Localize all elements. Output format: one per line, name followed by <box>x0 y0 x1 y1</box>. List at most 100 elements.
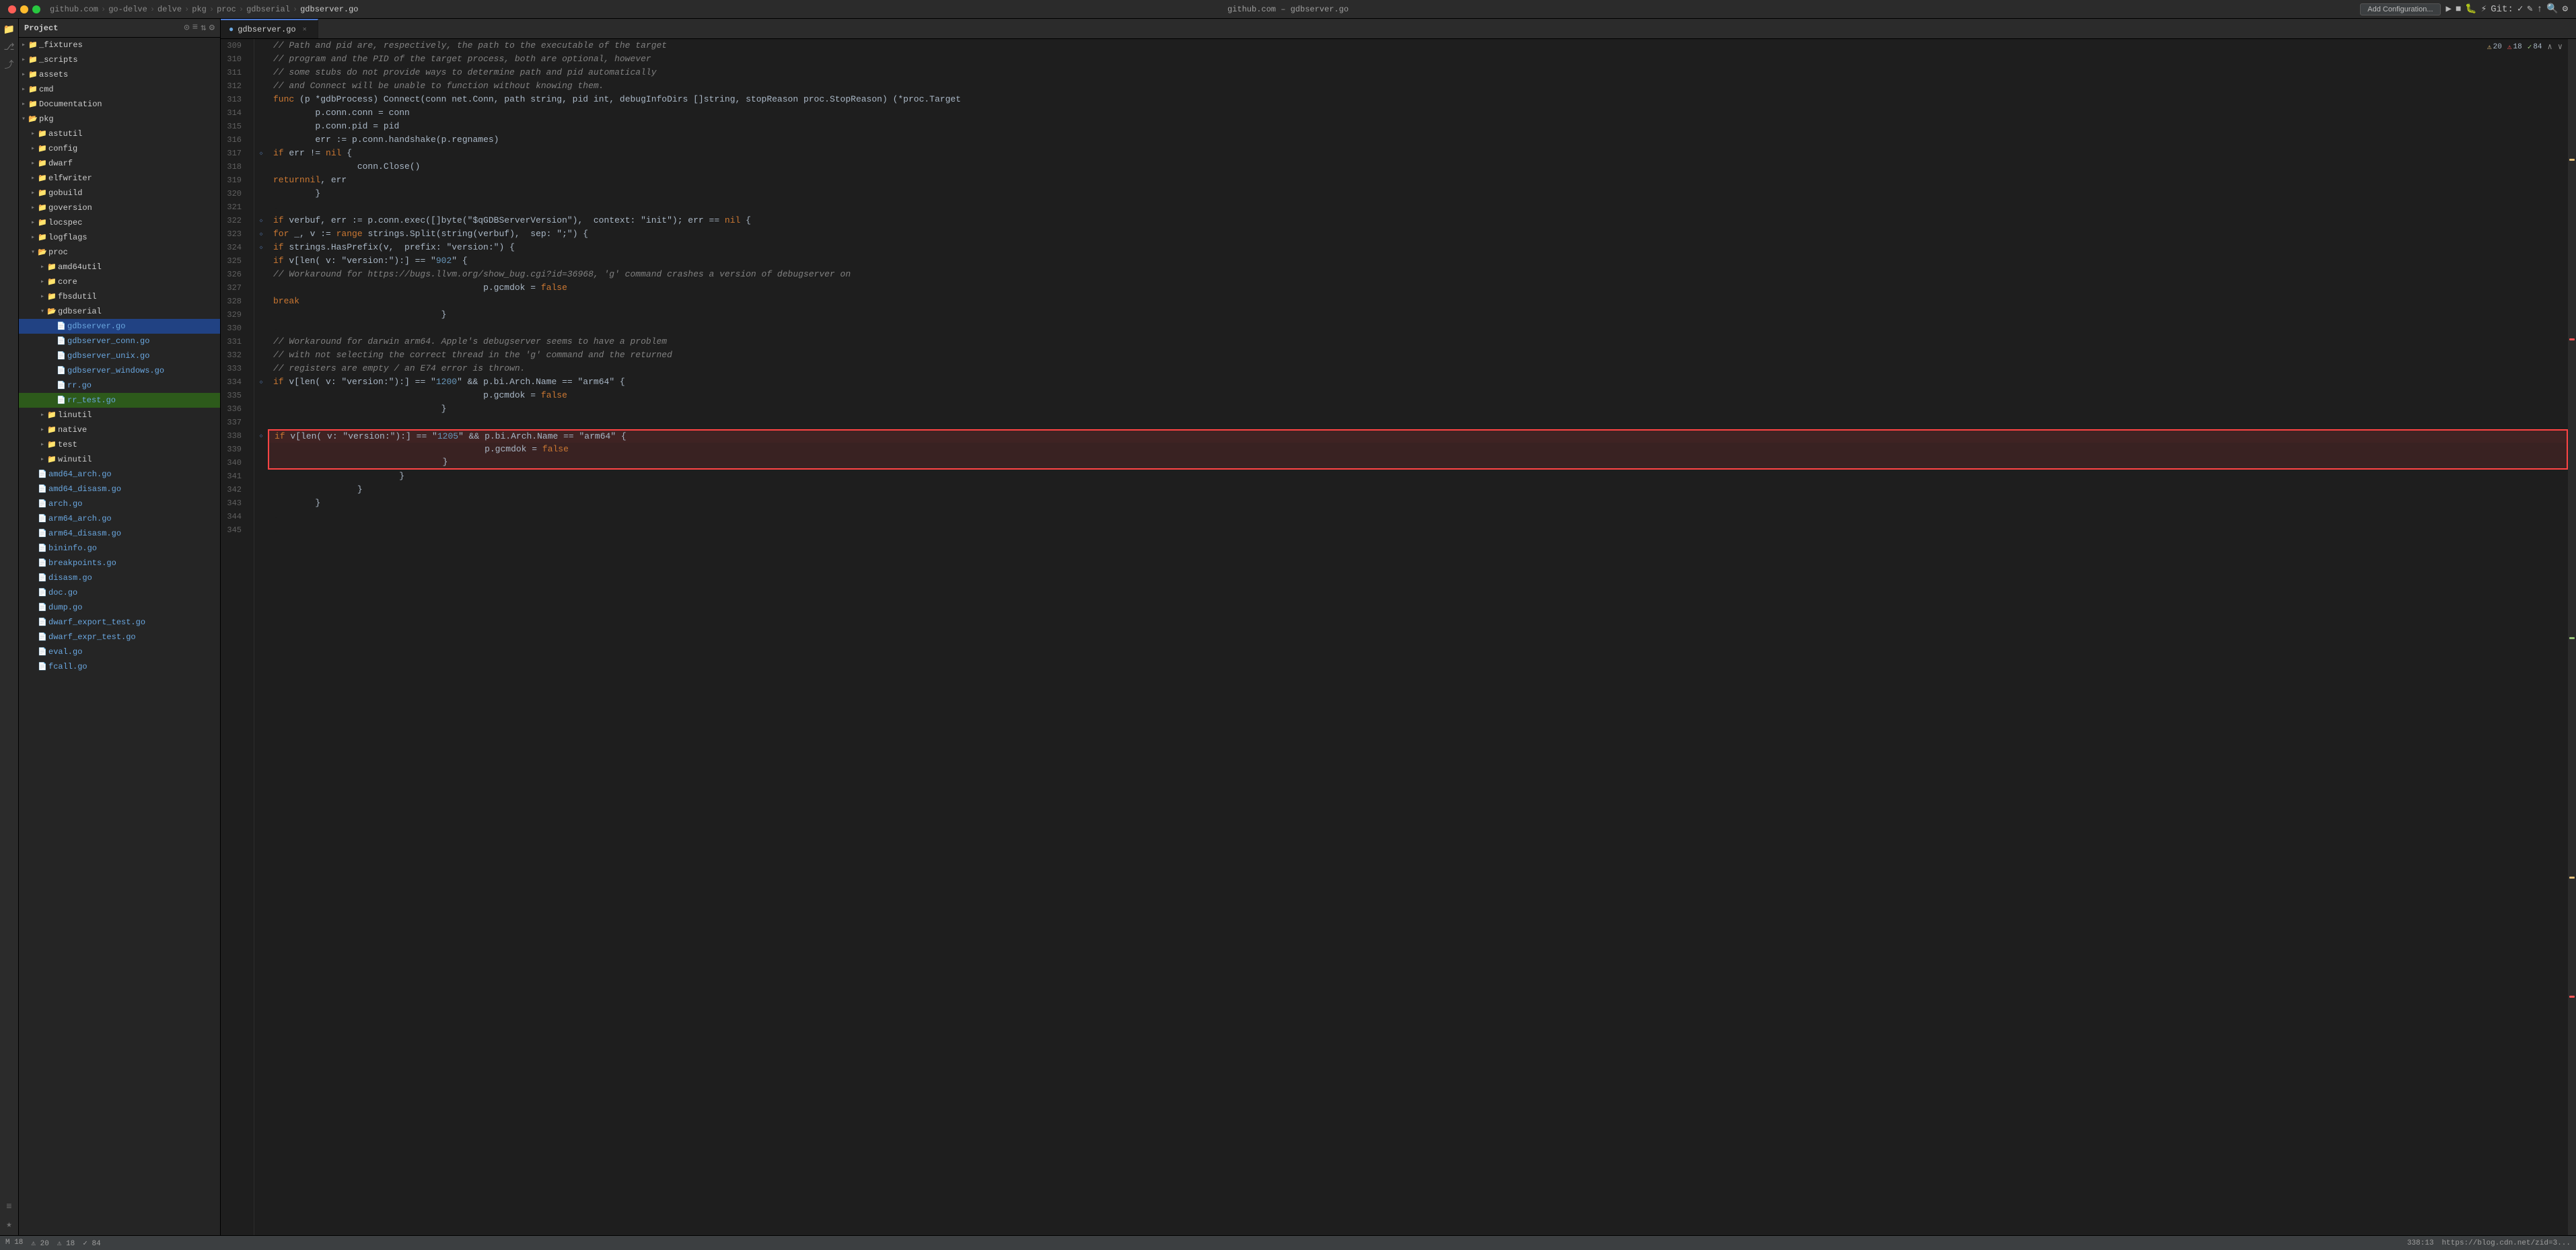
tree-item-breakpoints-go[interactable]: 📄breakpoints.go <box>19 556 220 571</box>
tree-item-gdbserver_unix-go[interactable]: 📄gdbserver_unix.go <box>19 348 220 363</box>
tree-item-assets[interactable]: ▸📁assets <box>19 67 220 82</box>
tree-item-disasm-go[interactable]: 📄disasm.go <box>19 571 220 585</box>
error-status[interactable]: ⚠ 18 <box>57 1239 75 1248</box>
code-line-310[interactable]: // program and the PID of the target pro… <box>268 52 2568 66</box>
tree-item-bininfo-go[interactable]: 📄bininfo.go <box>19 541 220 556</box>
code-line-321[interactable]: . <box>268 200 2568 214</box>
tree-item-gdbserver_windows-go[interactable]: 📄gdbserver_windows.go <box>19 363 220 378</box>
tree-item-dwarf_expr_test-go[interactable]: 📄dwarf_expr_test.go <box>19 630 220 645</box>
code-line-314[interactable]: p.conn.conn = conn <box>268 106 2568 120</box>
tree-item-linutil[interactable]: ▸📁linutil <box>19 408 220 422</box>
tree-item-amd64_disasm-go[interactable]: 📄amd64_disasm.go <box>19 482 220 497</box>
tree-item-core[interactable]: ▸📁core <box>19 274 220 289</box>
tree-item-rr-go[interactable]: 📄rr.go <box>19 378 220 393</box>
warning-status[interactable]: ⚠ 20 <box>31 1239 48 1248</box>
maximize-button[interactable] <box>32 5 40 13</box>
code-line-343[interactable]: } <box>268 497 2568 510</box>
tree-item-arch-go[interactable]: 📄arch.go <box>19 497 220 511</box>
code-line-316[interactable]: err := p.conn.handshake(p.regnames) <box>268 133 2568 147</box>
code-line-324[interactable]: if strings.HasPrefix(v, prefix: "version… <box>268 241 2568 254</box>
sidebar-icon-pull-requests[interactable]: ⤴ <box>1 57 17 73</box>
editor-content[interactable]: ⚠ 20 ⚠ 18 ✓ 84 ∧ ∨ 309310311312313314315… <box>221 39 2576 1235</box>
close-button[interactable] <box>8 5 16 13</box>
coverage-icon[interactable]: ⚡ <box>2481 3 2486 15</box>
code-line-319[interactable]: return nil, err <box>268 174 2568 187</box>
code-line-326[interactable]: // Workaround for https://bugs.llvm.org/… <box>268 268 2568 281</box>
ok-status[interactable]: ✓ 84 <box>83 1239 100 1248</box>
tree-sync-icon[interactable]: ⊙ <box>184 22 189 34</box>
tree-item-gdbserver_conn-go[interactable]: 📄gdbserver_conn.go <box>19 334 220 348</box>
code-line-341[interactable]: } <box>268 470 2568 483</box>
breadcrumb-delve[interactable]: delve <box>157 5 182 14</box>
breadcrumb-gdbserial[interactable]: gdbserial <box>246 5 290 14</box>
tree-item-pkg[interactable]: ▾📂pkg <box>19 112 220 126</box>
code-line-322[interactable]: if verbuf, err := p.conn.exec([]byte("$q… <box>268 214 2568 227</box>
code-line-339[interactable]: p.gcmdok = false <box>268 443 2568 456</box>
tree-item-cmd[interactable]: ▸📁cmd <box>19 82 220 97</box>
git-diff-icon[interactable]: ✎ <box>2527 3 2532 15</box>
code-line-318[interactable]: conn.Close() <box>268 160 2568 174</box>
code-line-317[interactable]: if err != nil { <box>268 147 2568 160</box>
tree-item-amd64util[interactable]: ▸📁amd64util <box>19 260 220 274</box>
code-line-338[interactable]: if v[len( v: "version:"):] == "1205" && … <box>268 429 2568 443</box>
code-line-331[interactable]: // Workaround for darwin arm64. Apple's … <box>268 335 2568 348</box>
tree-item-config[interactable]: ▸📁config <box>19 141 220 156</box>
code-line-335[interactable]: p.gcmdok = false <box>268 389 2568 402</box>
code-line-329[interactable]: } <box>268 308 2568 322</box>
code-line-336[interactable]: } <box>268 402 2568 416</box>
tab-close-button[interactable]: ✕ <box>300 25 310 34</box>
tree-item-arm64_arch-go[interactable]: 📄arm64_arch.go <box>19 511 220 526</box>
code-line-327[interactable]: p.gcmdok = false <box>268 281 2568 295</box>
tree-item-gobuild[interactable]: ▸📁gobuild <box>19 186 220 200</box>
tree-item-locspec[interactable]: ▸📁locspec <box>19 215 220 230</box>
tab-gdbserver[interactable]: ● gdbserver.go ✕ <box>221 19 318 39</box>
sidebar-icon-favorites[interactable]: ★ <box>1 1216 17 1233</box>
sidebar-icon-commit[interactable]: ⎇ <box>1 39 17 55</box>
search-icon[interactable]: 🔍 <box>2546 3 2558 15</box>
stop-icon[interactable]: ■ <box>2456 4 2461 15</box>
sidebar-icon-project[interactable]: 📁 <box>1 22 17 38</box>
code-line-330[interactable]: . <box>268 322 2568 335</box>
tree-item-goversion[interactable]: ▸📁goversion <box>19 200 220 215</box>
tree-item-native[interactable]: ▸📁native <box>19 422 220 437</box>
sidebar-icon-structure[interactable]: ≡ <box>1 1199 17 1215</box>
run-icon[interactable]: ▶ <box>2446 3 2452 15</box>
tree-item-dwarf_export_test-go[interactable]: 📄dwarf_export_test.go <box>19 615 220 630</box>
tree-item-logflags[interactable]: ▸📁logflags <box>19 230 220 245</box>
code-line-333[interactable]: // registers are empty / an E74 error is… <box>268 362 2568 375</box>
git-check-icon[interactable]: ✓ <box>2517 3 2523 15</box>
tree-item-gdbserial[interactable]: ▾📂gdbserial <box>19 304 220 319</box>
tree-item-doc-go[interactable]: 📄doc.go <box>19 585 220 600</box>
code-line-344[interactable]: . <box>268 510 2568 523</box>
code-line-313[interactable]: func (p *gdbProcess) Connect(conn net.Co… <box>268 93 2568 106</box>
code-line-325[interactable]: if v[len( v: "version:"):] == "902" { <box>268 254 2568 268</box>
tree-item-amd64_arch-go[interactable]: 📄amd64_arch.go <box>19 467 220 482</box>
tree-item-test[interactable]: ▸📁test <box>19 437 220 452</box>
code-line-342[interactable]: } <box>268 483 2568 497</box>
breadcrumb-github[interactable]: github.com <box>50 5 98 14</box>
tree-item-dwarf[interactable]: ▸📁dwarf <box>19 156 220 171</box>
code-line-323[interactable]: for _, v := range strings.Split(string(v… <box>268 227 2568 241</box>
add-configuration-button[interactable]: Add Configuration... <box>2360 3 2440 15</box>
code-line-311[interactable]: // some stubs do not provide ways to det… <box>268 66 2568 79</box>
breadcrumb-proc[interactable]: proc <box>217 5 236 14</box>
git-branch-status[interactable]: M 18 <box>5 1239 23 1248</box>
code-line-345[interactable]: . <box>268 523 2568 537</box>
tree-item-elfwriter[interactable]: ▸📁elfwriter <box>19 171 220 186</box>
tree-item-eval-go[interactable]: 📄eval.go <box>19 645 220 659</box>
tree-settings-icon[interactable]: ⚙ <box>209 22 215 34</box>
chevron-down-icon[interactable]: ∨ <box>2558 42 2563 52</box>
code-line-315[interactable]: p.conn.pid = pid <box>268 120 2568 133</box>
settings-icon[interactable]: ⚙ <box>2563 3 2568 15</box>
tree-item-Documentation[interactable]: ▸📁Documentation <box>19 97 220 112</box>
debug-icon[interactable]: 🐛 <box>2465 3 2476 15</box>
chevron-up-icon[interactable]: ∧ <box>2548 42 2552 52</box>
tree-item-arm64_disasm-go[interactable]: 📄arm64_disasm.go <box>19 526 220 541</box>
tree-sort-icon[interactable]: ⇅ <box>201 22 206 34</box>
code-line-334[interactable]: if v[len( v: "version:"):] == "1200" && … <box>268 375 2568 389</box>
tree-item-rr_test-go[interactable]: 📄rr_test.go <box>19 393 220 408</box>
breadcrumb-gdbserver[interactable]: gdbserver.go <box>300 5 358 14</box>
code-line-312[interactable]: // and Connect will be unable to functio… <box>268 79 2568 93</box>
git-push-icon[interactable]: ↑ <box>2537 4 2542 15</box>
tree-item-_scripts[interactable]: ▸📁_scripts <box>19 52 220 67</box>
